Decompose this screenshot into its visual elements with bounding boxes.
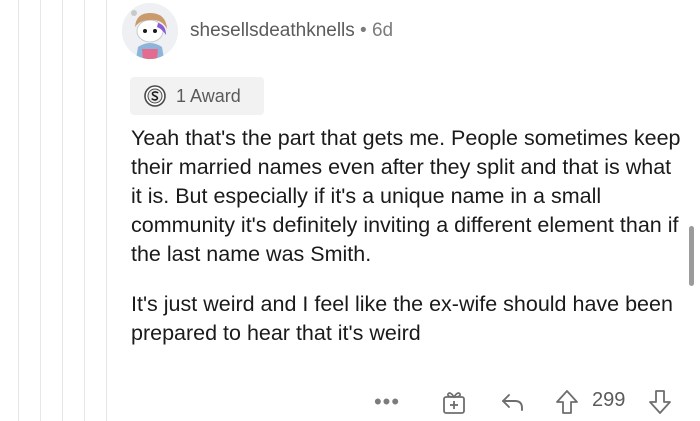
author-username[interactable]: shesellsdeathknells (190, 20, 355, 41)
thread-line-4[interactable] (84, 0, 85, 421)
more-options-icon: ••• (373, 389, 401, 414)
reply-button[interactable] (498, 386, 528, 418)
thread-line-3[interactable] (62, 0, 63, 421)
upvote-button[interactable] (553, 386, 581, 418)
vote-score: 299 (592, 389, 626, 411)
thread-line-1[interactable] (18, 0, 19, 421)
award-label: 1 Award (176, 86, 241, 106)
award-badge[interactable]: 1 Award (130, 77, 264, 115)
reply-arrow-icon (502, 394, 523, 411)
scrollbar-thumb[interactable] (689, 226, 694, 286)
comment-age: 6d (371, 20, 394, 41)
comment-body: Yeah that's the part that gets me. Peopl… (131, 124, 683, 348)
comment-paragraph: Yeah that's the part that gets me. Peopl… (131, 126, 681, 266)
silver-award-icon (144, 85, 166, 107)
give-award-button[interactable] (440, 386, 468, 418)
thread-line-2[interactable] (40, 0, 41, 421)
downvote-button[interactable] (646, 386, 674, 418)
upvote-arrow-icon (556, 390, 578, 414)
avatar[interactable] (122, 3, 178, 59)
comment-paragraph: It's just weird and I feel like the ex-w… (131, 292, 673, 345)
more-options-button[interactable]: ••• (372, 386, 402, 418)
comment-action-bar: ••• 299 (0, 386, 700, 418)
snoo-avatar-icon (122, 3, 178, 59)
comment-meta: shesellsdeathknells • 6d (190, 20, 393, 42)
gift-award-icon (443, 392, 465, 414)
thread-line-5[interactable] (106, 0, 107, 421)
downvote-arrow-icon (649, 390, 671, 414)
meta-separator: • (360, 20, 367, 41)
